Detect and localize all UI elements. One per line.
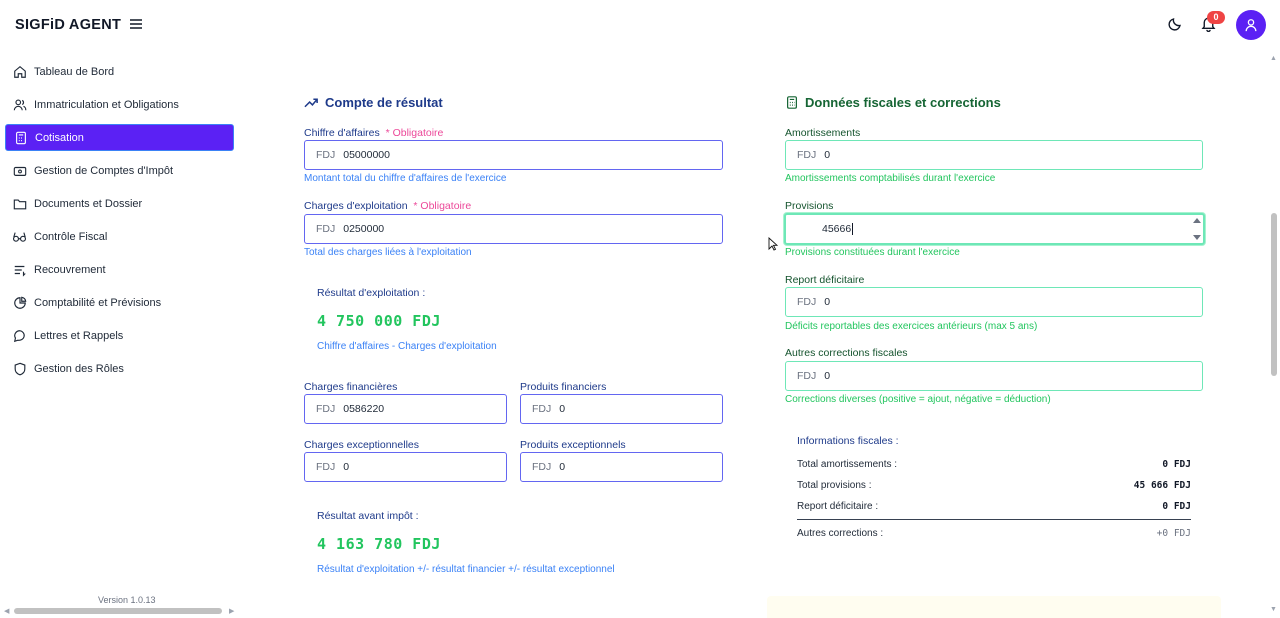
sidebar-item-label: Documents et Dossier [34,197,143,210]
sidebar-item-recouvrement[interactable]: Recouvrement [5,256,234,283]
produits-exceptionnels-input[interactable]: FDJ 0 [520,452,723,482]
scroll-down-icon[interactable]: ▼ [1270,606,1277,613]
info-row-amortissements: Total amortissements :0 FDJ [797,459,1191,470]
charges-financieres-label: Charges financières [304,381,398,393]
scrollbar-thumb[interactable] [14,608,222,614]
scrollbar-thumb[interactable] [1271,213,1277,376]
report-deficitaire-label: Report déficitaire [785,274,865,286]
sidebar-item-controle-fiscal[interactable]: Contrôle Fiscal [5,223,234,250]
info-row-report: Report déficitaire :0 FDJ [797,501,1191,512]
list-icon [12,262,27,277]
page-vertical-scrollbar[interactable]: ▲ ▼ [1267,50,1280,618]
pie-chart-icon [12,295,27,310]
required-marker: * Obligatoire [413,200,472,212]
notification-badge: 0 [1207,11,1225,24]
produits-financiers-input[interactable]: FDJ 0 [520,394,723,424]
next-section-peek [767,596,1221,618]
sidebar-item-label: Gestion des Rôles [34,362,124,375]
info-row-autres: Autres corrections : +0 FDJ [797,528,1191,539]
calculator-icon [13,130,28,145]
informations-fiscales-title: Informations fiscales : [797,435,899,447]
info-row-provisions: Total provisions :45 666 FDJ [797,480,1191,491]
report-deficitaire-hint: Déficits reportables des exercices antér… [785,321,1038,332]
provisions-stepper[interactable] [1192,216,1202,242]
message-icon [12,328,27,343]
charges-financieres-input[interactable]: FDJ 0586220 [304,394,507,424]
produits-exceptionnels-label: Produits exceptionnels [520,439,626,451]
sidebar-item-gestion-comptes[interactable]: Gestion de Comptes d'Impôt [5,157,234,184]
produits-financiers-label: Produits financiers [520,381,607,393]
user-icon [1245,19,1257,32]
resultat-exploitation-value: 4 750 000 FDJ [317,312,441,330]
resultat-avant-impot-value: 4 163 780 FDJ [317,535,441,553]
informations-fiscales-box: Informations fiscales : Total amortissem… [785,420,1203,548]
resultat-exploitation-title: Résultat d'exploitation : [317,287,426,299]
sidebar-item-label: Lettres et Rappels [34,329,124,342]
scroll-left-icon[interactable]: ◀ [4,607,9,615]
moon-icon[interactable] [1167,16,1183,37]
folder-icon [12,196,27,211]
sidebar-item-cotisation[interactable]: Cotisation [5,124,234,151]
glasses-icon [12,229,27,244]
trending-up-icon [304,97,319,109]
chiffre-affaires-label: Chiffre d'affaires * Obligatoire [304,127,444,139]
sidebar-horizontal-scrollbar[interactable]: ◀ ▶ [4,605,236,615]
sidebar-item-label: Immatriculation et Obligations [34,98,179,111]
sidebar-item-label: Cotisation [35,131,84,144]
charges-exploitation-input[interactable]: FDJ 0250000 [304,214,723,244]
scroll-right-icon[interactable]: ▶ [229,607,234,615]
resultat-avant-impot-hint: Résultat d'exploitation +/- résultat fin… [317,564,615,575]
wallet-icon [12,163,27,178]
compte-resultat-title: Compte de résultat [304,95,443,110]
sidebar-item-label: Gestion de Comptes d'Impôt [34,164,174,177]
charges-exploitation-label: Charges d'exploitation * Obligatoire [304,200,472,212]
app-version: Version 1.0.13 [98,595,156,605]
amortissements-input[interactable]: FDJ 0 [785,140,1203,170]
resultat-exploitation-hint: Chiffre d'affaires - Charges d'exploitat… [317,341,497,352]
sidebar-item-immatriculation[interactable]: Immatriculation et Obligations [5,91,234,118]
provisions-hint: Provisions constituées durant l'exercice [785,247,960,258]
sidebar-item-gestion-roles[interactable]: Gestion des Rôles [5,355,234,382]
menu-icon[interactable] [129,17,143,31]
resultat-avant-impot-title: Résultat avant impôt : [317,510,419,522]
users-icon [12,97,27,112]
sidebar-item-lettres[interactable]: Lettres et Rappels [5,322,234,349]
mouse-pointer-icon [768,236,779,256]
charges-exceptionnelles-input[interactable]: FDJ 0 [304,452,507,482]
calculator-icon [785,95,799,110]
provisions-input[interactable]: 45666 [784,213,1205,245]
donnees-fiscales-title: Données fiscales et corrections [785,95,1001,110]
amortissements-hint: Amortissements comptabilisés durant l'ex… [785,173,996,184]
shield-icon [12,361,27,376]
autres-corrections-hint: Corrections diverses (positive = ajout, … [785,394,1051,405]
sidebar-item-label: Recouvrement [34,263,106,276]
app-brand: SIGFiD AGENT [15,17,122,33]
provisions-label: Provisions [785,200,834,212]
sidebar-item-tableau-de-bord[interactable]: Tableau de Bord [5,58,234,85]
required-marker: * Obligatoire [385,127,444,139]
scroll-up-icon[interactable]: ▲ [1270,55,1277,62]
report-deficitaire-input[interactable]: FDJ 0 [785,287,1203,317]
chiffre-affaires-hint: Montant total du chiffre d'affaires de l… [304,173,507,184]
charges-exceptionnelles-label: Charges exceptionnelles [304,439,419,451]
user-avatar[interactable] [1236,10,1266,40]
amortissements-label: Amortissements [785,127,861,139]
top-header: SIGFiD AGENT 0 [0,0,1280,50]
sidebar-item-label: Comptabilité et Prévisions [34,296,162,309]
info-divider [797,519,1191,520]
text-caret [852,223,854,235]
home-icon [12,64,27,79]
sidebar-item-label: Tableau de Bord [34,65,115,78]
sidebar-item-comptabilite[interactable]: Comptabilité et Prévisions [5,289,234,316]
charges-exploitation-hint: Total des charges liées à l'exploitation [304,247,472,258]
chiffre-affaires-input[interactable]: FDJ 05000000 [304,140,723,170]
autres-corrections-label: Autres corrections fiscales [785,347,908,359]
sidebar: Tableau de Bord Immatriculation et Oblig… [0,50,240,618]
sidebar-item-documents[interactable]: Documents et Dossier [5,190,234,217]
autres-corrections-input[interactable]: FDJ 0 [785,361,1203,391]
sidebar-item-label: Contrôle Fiscal [34,230,108,243]
